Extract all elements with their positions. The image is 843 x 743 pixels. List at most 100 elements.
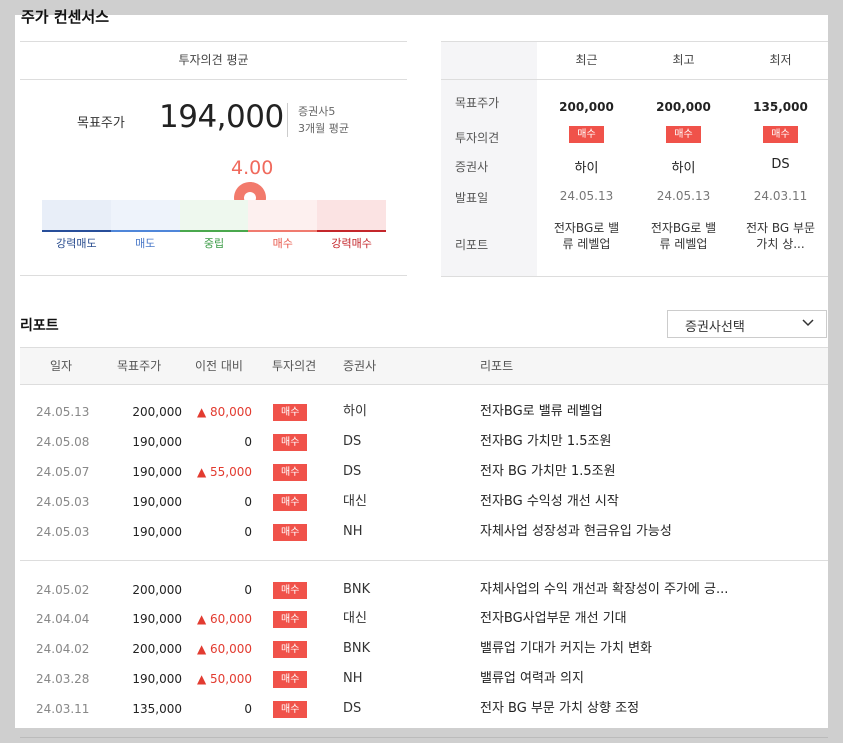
opinion-score: 4.00 bbox=[231, 157, 274, 179]
table-row: 24.05.13 200,000 ▲ 80,000 매수 하이 전자BG로 밸류 레벨업 bbox=[20, 397, 828, 427]
buy-badge: 매수 bbox=[273, 701, 308, 718]
row-broker: BNK bbox=[343, 641, 371, 656]
row-report-link[interactable]: 전자 BG 가치만 1.5조원 bbox=[480, 457, 616, 487]
row-broker: DS bbox=[343, 464, 362, 479]
recent-report-link[interactable]: 전자BG로 밸 류 레벨업 bbox=[538, 220, 635, 252]
row-label-report: 리포트 bbox=[455, 238, 489, 252]
target-price-label: 목표주가 bbox=[77, 116, 125, 131]
opinion-average-header: 투자의견 평균 bbox=[20, 41, 407, 80]
row-report-link[interactable]: 전자BG 가치만 1.5조원 bbox=[480, 427, 611, 457]
row-date: 24.05.07 bbox=[36, 465, 90, 479]
col-low: 최저 bbox=[769, 53, 792, 67]
gauge-segment bbox=[110, 200, 180, 232]
th-opinion: 투자의견 bbox=[272, 359, 317, 373]
gauge-label: 매도 bbox=[135, 237, 156, 250]
th-change: 이전 대비 bbox=[195, 359, 243, 373]
buy-badge: 매수 bbox=[273, 494, 308, 511]
table-row: 24.04.02 200,000 ▲ 60,000 매수 BNK 밸류업 기대가 커지는 … bbox=[20, 634, 828, 664]
left-card-bottom-border bbox=[20, 275, 407, 276]
summary-table-header: 최근 최고 최저 bbox=[441, 42, 828, 80]
row-target-price: 190,000 bbox=[132, 465, 182, 479]
row-date: 24.05.08 bbox=[36, 435, 90, 449]
th-broker: 증권사 bbox=[343, 359, 377, 373]
recent-broker: 하이 bbox=[574, 161, 599, 176]
row-target-price: 135,000 bbox=[132, 702, 182, 716]
target-price-meta: 증권사5 3개월 평균 bbox=[287, 103, 349, 137]
high-broker: 하이 bbox=[671, 161, 696, 176]
row-change: 0 bbox=[244, 702, 252, 716]
row-broker: DS bbox=[343, 434, 362, 449]
buy-badge: 매수 bbox=[273, 611, 308, 628]
low-date: 24.03.11 bbox=[753, 189, 808, 203]
row-broker: 하이 bbox=[343, 404, 367, 419]
consensus-panel: 주가 컨센서스 투자의견 평균 목표주가 194,000 증권사5 3개월 평균… bbox=[15, 8, 829, 738]
col-high: 최고 bbox=[672, 53, 695, 67]
row-report-link[interactable]: 밸류업 기대가 커지는 가치 변화 bbox=[480, 634, 652, 664]
row-change: 0 bbox=[244, 525, 252, 539]
row-broker: DS bbox=[343, 701, 362, 716]
low-report-link[interactable]: 전자 BG 부문 가치 상... bbox=[732, 220, 829, 252]
opinion-gauge bbox=[42, 200, 386, 232]
row-report-link[interactable]: 전자BG사업부문 개선 기대 bbox=[480, 604, 627, 634]
buy-badge: 매수 bbox=[273, 641, 308, 658]
row-report-link[interactable]: 밸류업 여력과 의지 bbox=[480, 664, 584, 694]
row-label-opinion: 투자의견 bbox=[455, 131, 500, 145]
row-target-price: 200,000 bbox=[132, 583, 182, 597]
row-change: 0 bbox=[244, 435, 252, 449]
broker-select[interactable]: 증권사선택 bbox=[667, 310, 827, 338]
row-label-target-price: 목표주가 bbox=[455, 96, 500, 110]
bottom-border bbox=[20, 737, 828, 738]
row-target-price: 190,000 bbox=[132, 435, 182, 449]
average-period: 3개월 평균 bbox=[298, 122, 349, 135]
table-row: 24.04.04 190,000 ▲ 60,000 매수 대신 전자BG사업부문 개선 기… bbox=[20, 604, 828, 634]
table-row: 24.05.03 190,000 0 매수 대신 전자BG 수익성 개선 시작 bbox=[20, 487, 828, 517]
row-change: ▲ 55,000 bbox=[196, 465, 252, 479]
high-date: 24.05.13 bbox=[656, 189, 711, 203]
row-change: ▲ 60,000 bbox=[196, 642, 252, 656]
table-divider bbox=[20, 560, 828, 561]
row-report-link[interactable]: 자체사업 성장성과 현금유입 가능성 bbox=[480, 517, 672, 547]
recent-target-price: 200,000 bbox=[559, 100, 614, 114]
row-report-link[interactable]: 자체사업의 수익 개선과 확장성이 주가에 긍... bbox=[480, 575, 728, 605]
row-target-price: 190,000 bbox=[132, 672, 182, 686]
row-date: 24.03.28 bbox=[36, 672, 90, 686]
row-change: 0 bbox=[244, 495, 252, 509]
low-broker: DS bbox=[771, 157, 790, 172]
row-report-link[interactable]: 전자BG 수익성 개선 시작 bbox=[480, 487, 619, 517]
table-row: 24.05.02 200,000 0 매수 BNK 자체사업의 수익 개선과 확장성이 주… bbox=[20, 575, 828, 605]
row-broker: 대신 bbox=[343, 494, 367, 509]
buy-badge: 매수 bbox=[273, 434, 308, 451]
buy-badge: 매수 bbox=[273, 464, 308, 481]
buy-badge: 매수 bbox=[273, 582, 308, 599]
table-row: 24.03.28 190,000 ▲ 50,000 매수 NH 밸류업 여력과 의지 bbox=[20, 664, 828, 694]
recent-date: 24.05.13 bbox=[559, 189, 614, 203]
row-label-date: 발표일 bbox=[455, 191, 489, 205]
table-row: 24.05.08 190,000 0 매수 DS 전자BG 가치만 1.5조원 bbox=[20, 427, 828, 457]
row-change: ▲ 60,000 bbox=[196, 612, 252, 626]
gauge-label: 강력매도 bbox=[56, 237, 97, 250]
row-report-link[interactable]: 전자 BG 부문 가치 상향 조정 bbox=[480, 694, 639, 724]
row-target-price: 190,000 bbox=[132, 612, 182, 626]
broker-select-label: 증권사선택 bbox=[685, 320, 745, 335]
high-target-price: 200,000 bbox=[656, 100, 711, 114]
row-date: 24.04.04 bbox=[36, 612, 90, 626]
row-date: 24.05.02 bbox=[36, 583, 90, 597]
row-date: 24.04.02 bbox=[36, 642, 90, 656]
row-date: 24.05.03 bbox=[36, 525, 90, 539]
section-title: 주가 컨센서스 bbox=[21, 8, 110, 26]
row-change: ▲ 80,000 bbox=[196, 405, 252, 419]
row-report-link[interactable]: 전자BG로 밸류 레벨업 bbox=[480, 397, 603, 427]
buy-badge: 매수 bbox=[273, 404, 308, 421]
row-broker: BNK bbox=[343, 582, 371, 597]
th-report: 리포트 bbox=[480, 359, 514, 373]
gauge-label: 중립 bbox=[203, 237, 225, 250]
row-date: 24.05.03 bbox=[36, 495, 90, 509]
buy-badge: 매수 bbox=[273, 671, 308, 688]
high-report-link[interactable]: 전자BG로 밸 류 레벨업 bbox=[635, 220, 732, 252]
table-row: 24.05.03 190,000 0 매수 NH 자체사업 성장성과 현금유입 가능성 bbox=[20, 517, 828, 547]
buy-badge: 매수 bbox=[273, 524, 308, 541]
table-row: 24.03.11 135,000 0 매수 DS 전자 BG 부문 가치 상향 조정 bbox=[20, 694, 828, 724]
row-change: ▲ 50,000 bbox=[196, 672, 252, 686]
chevron-down-icon bbox=[802, 316, 814, 332]
th-date: 일자 bbox=[50, 359, 73, 373]
